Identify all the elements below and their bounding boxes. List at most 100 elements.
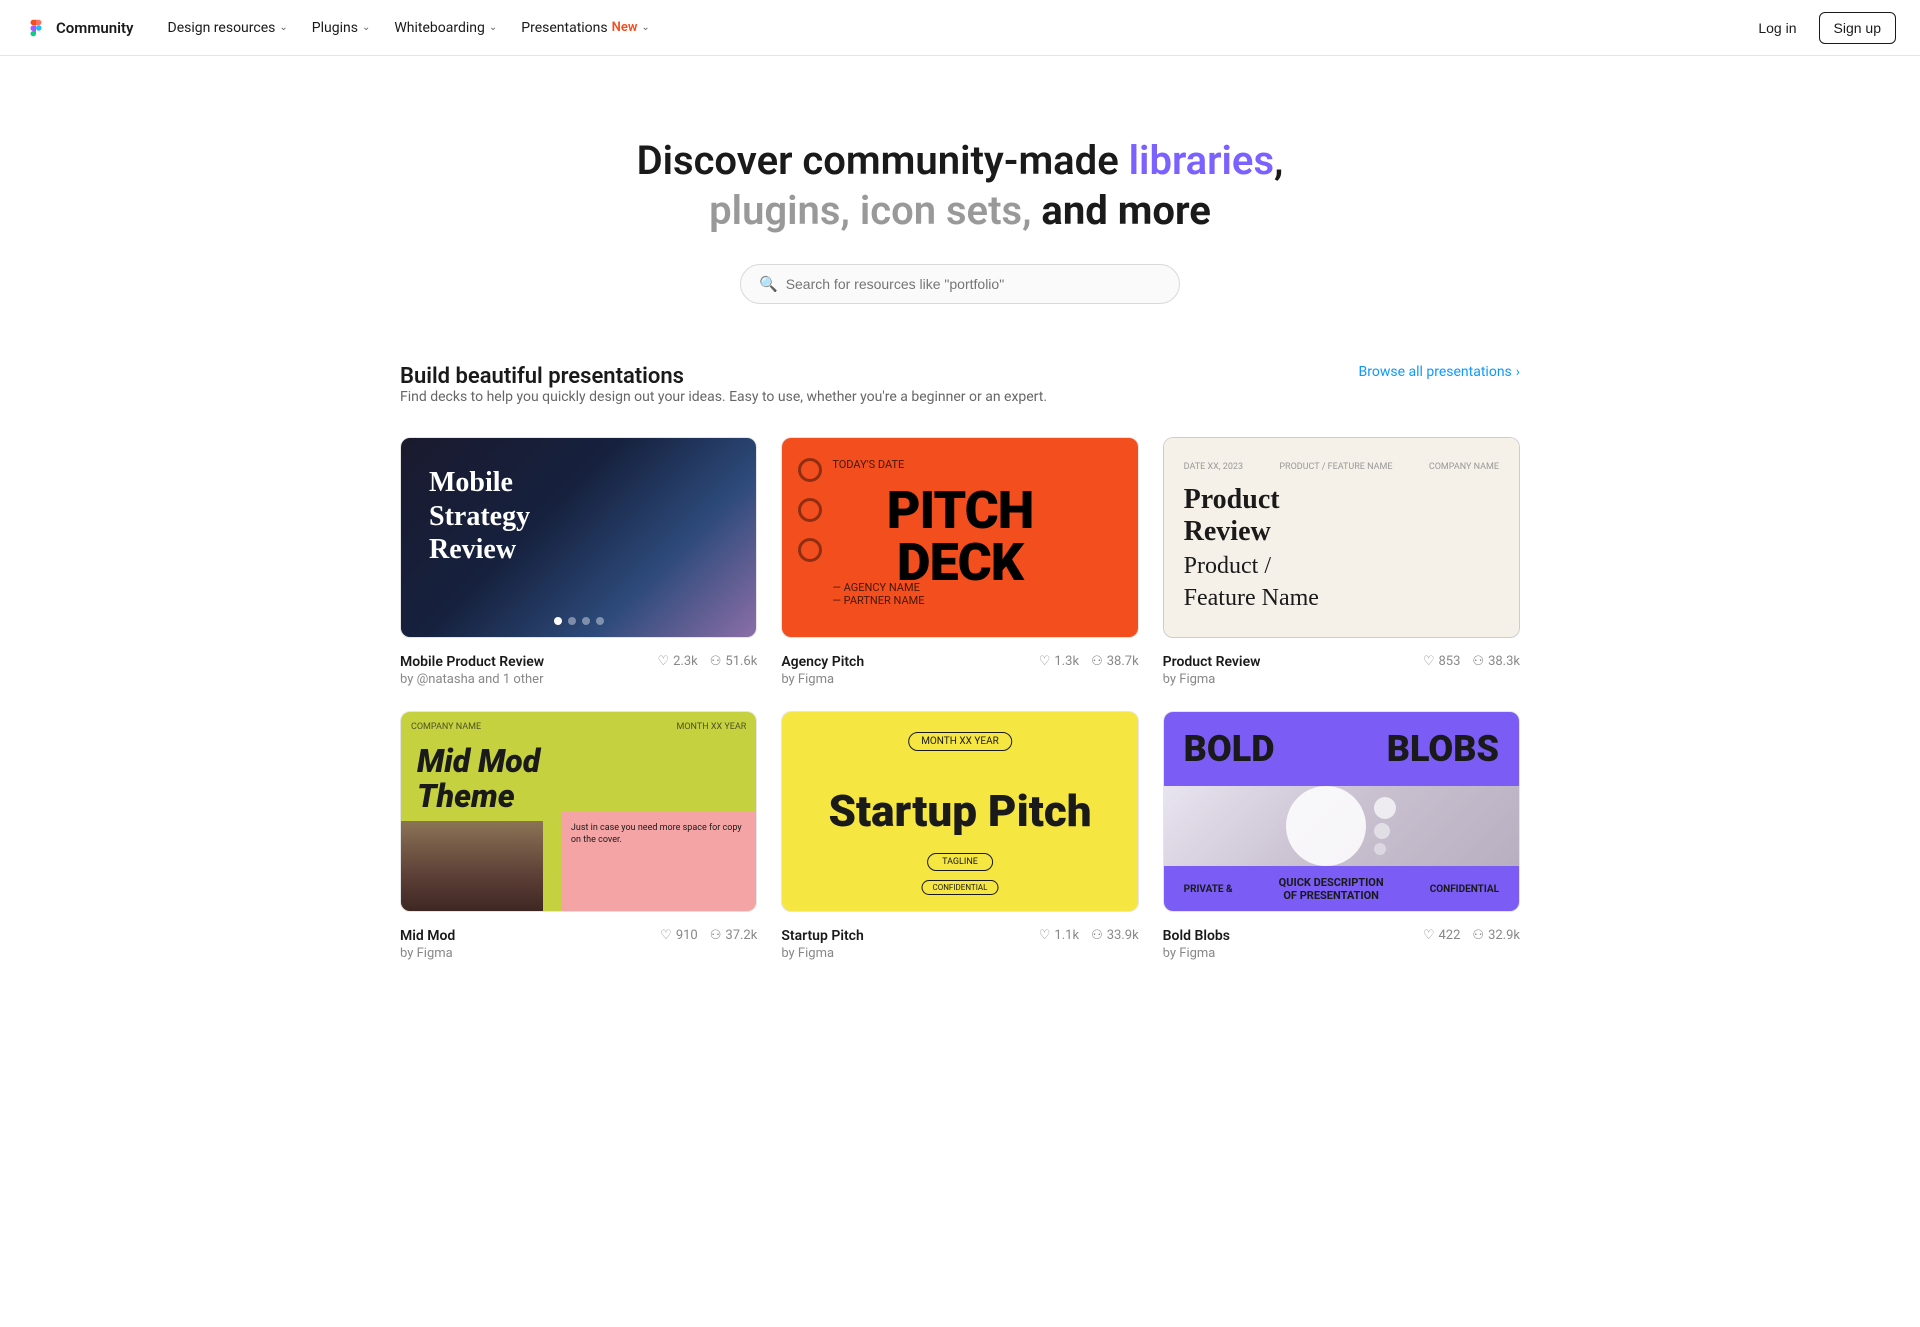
card-text: Agency Pitch by Figma — [781, 654, 864, 687]
nav-item-plugins[interactable]: Plugins ⌄ — [302, 14, 381, 42]
card-info: Mobile Product Review by @natasha and 1 … — [400, 638, 757, 687]
thumb-mobile-dots — [401, 617, 756, 625]
thumb-bold-title-left: BOLD — [1184, 728, 1275, 770]
heart-icon: ♡ — [660, 928, 672, 943]
card-bold-blobs[interactable]: BOLD BLOBS — [1163, 711, 1520, 961]
card-product-review[interactable]: DATE XX, 2023 PRODUCT / FEATURE NAME COM… — [1163, 437, 1520, 687]
card-likes: ♡ 1.1k — [1039, 928, 1079, 943]
new-badge: New — [612, 20, 638, 35]
thumb-company-label: COMPANY NAME — [411, 722, 481, 732]
browse-all-link[interactable]: Browse all presentations › — [1359, 364, 1520, 380]
card-text: Product Review by Figma — [1163, 654, 1261, 687]
card-likes: ♡ 910 — [660, 928, 698, 943]
card-likes: ♡ 853 — [1423, 654, 1461, 669]
thumb-midmod-landscape — [401, 821, 543, 911]
thumb-product-title: ProductReviewProduct /Feature Name — [1184, 484, 1499, 613]
nav-logo[interactable]: Community — [24, 16, 134, 40]
thumb-ring-3 — [798, 538, 822, 562]
likes-count: 1.3k — [1054, 654, 1079, 669]
person-icon: ⚇ — [710, 928, 722, 943]
users-count: 51.6k — [725, 654, 757, 669]
nav-item-design-resources[interactable]: Design resources ⌄ — [158, 14, 298, 42]
card-meta: ♡ 853 ⚇ 38.3k — [1423, 654, 1520, 669]
card-meta: ♡ 910 ⚇ 37.2k — [660, 928, 757, 943]
thumb-bold-header: BOLD BLOBS — [1164, 712, 1519, 786]
signup-button[interactable]: Sign up — [1819, 12, 1896, 44]
search-wrap: 🔍 — [740, 264, 1180, 304]
thumb-date-label: MONTH XX YEAR — [677, 722, 747, 732]
navbar: Community Design resources ⌄ Plugins ⌄ W… — [0, 0, 1920, 56]
thumb-bold-title-right: BLOBS — [1387, 728, 1499, 770]
figma-logo-icon — [24, 16, 48, 40]
card-info: Mid Mod by Figma ♡ 910 ⚇ 37.2k — [400, 912, 757, 961]
card-text: Startup Pitch by Figma — [781, 928, 863, 961]
card-text: Mobile Product Review by @natasha and 1 … — [400, 654, 544, 687]
card-bottom: Startup Pitch by Figma ♡ 1.1k ⚇ 33.9k — [781, 928, 1138, 961]
thumb-bold-private: PRIVATE & — [1184, 884, 1233, 895]
likes-count: 910 — [676, 928, 698, 943]
card-thumbnail: BOLD BLOBS — [1163, 711, 1520, 912]
card-bottom: Product Review by Figma ♡ 853 ⚇ 38.3k — [1163, 654, 1520, 687]
heart-icon: ♡ — [1423, 654, 1435, 669]
card-mid-mod[interactable]: COMPANY NAME MONTH XX YEAR Mid ModTheme … — [400, 711, 757, 961]
thumb-midmod-caption: Just in case you need more space for cop… — [571, 822, 746, 847]
card-info: Bold Blobs by Figma ♡ 422 ⚇ 32.9k — [1163, 912, 1520, 961]
likes-count: 1.1k — [1054, 928, 1079, 943]
users-count: 32.9k — [1488, 928, 1520, 943]
thumb-midmod-title: Mid ModTheme — [417, 744, 740, 814]
card-startup-pitch[interactable]: MONTH XX YEAR Startup Pitch TAGLINE CONF… — [781, 711, 1138, 961]
users-count: 38.3k — [1488, 654, 1520, 669]
thumb-startup-confidential: CONFIDENTIAL — [922, 880, 999, 895]
nav-item-whiteboarding[interactable]: Whiteboarding ⌄ — [384, 14, 507, 42]
card-info: Startup Pitch by Figma ♡ 1.1k ⚇ 33.9k — [781, 912, 1138, 961]
card-title: Mid Mod — [400, 928, 455, 944]
chevron-down-icon: ⌄ — [641, 22, 649, 33]
person-icon: ⚇ — [1091, 928, 1103, 943]
thumb-agency-names: — AGENCY NAME— PARTNER NAME — [832, 581, 924, 607]
hero-title-iconsets: icon sets — [860, 187, 1022, 234]
thumb-bold-description: QUICK DESCRIPTIONOF PRESENTATION — [1233, 876, 1430, 902]
card-thumbnail: TODAY'S DATE PITCHDECK — AGENCY NAME— PA… — [781, 437, 1138, 638]
nav-logo-text: Community — [56, 19, 134, 37]
hero-title-comma1: , — [1274, 137, 1283, 184]
heart-icon: ♡ — [657, 654, 669, 669]
hero-title-plain: Discover community-made — [637, 137, 1129, 184]
likes-count: 853 — [1438, 654, 1460, 669]
section-header-left: Build beautiful presentations Find decks… — [400, 364, 1047, 429]
card-agency-pitch[interactable]: TODAY'S DATE PITCHDECK — AGENCY NAME— PA… — [781, 437, 1138, 687]
login-button[interactable]: Log in — [1744, 13, 1810, 43]
thumb-agency-date: TODAY'S DATE — [832, 458, 904, 471]
users-count: 38.7k — [1107, 654, 1139, 669]
card-title: Mobile Product Review — [400, 654, 544, 670]
thumb-bold-confidential: CONFIDENTIAL — [1430, 884, 1499, 895]
card-author: by Figma — [781, 672, 864, 687]
thumb-ring-2 — [798, 498, 822, 522]
card-thumbnail: COMPANY NAME MONTH XX YEAR Mid ModTheme … — [400, 711, 757, 912]
card-users: ⚇ 51.6k — [710, 654, 758, 669]
thumb-bold-footer: PRIVATE & QUICK DESCRIPTIONOF PRESENTATI… — [1164, 866, 1519, 912]
card-title: Agency Pitch — [781, 654, 864, 670]
card-meta: ♡ 1.1k ⚇ 33.9k — [1039, 928, 1139, 943]
users-count: 33.9k — [1107, 928, 1139, 943]
search-icon: 🔍 — [759, 275, 778, 293]
search-input[interactable] — [786, 276, 1161, 292]
likes-count: 422 — [1438, 928, 1460, 943]
section-description: Find decks to help you quickly design ou… — [400, 389, 1047, 405]
card-title: Startup Pitch — [781, 928, 863, 944]
section-title: Build beautiful presentations — [400, 364, 1047, 389]
card-likes: ♡ 422 — [1423, 928, 1461, 943]
person-icon: ⚇ — [1091, 654, 1103, 669]
thumb-agency-title: PITCHDECK — [887, 485, 1034, 589]
person-icon: ⚇ — [1472, 654, 1484, 669]
card-meta: ♡ 1.3k ⚇ 38.7k — [1039, 654, 1139, 669]
hero-title: Discover community-made libraries, plugi… — [610, 136, 1310, 236]
card-users: ⚇ 32.9k — [1472, 928, 1520, 943]
hero-title-comma2: , — [840, 187, 849, 234]
nav-item-presentations[interactable]: Presentations New ⌄ — [511, 14, 660, 42]
card-thumbnail: MobileStrategyReview — [400, 437, 757, 638]
card-title: Product Review — [1163, 654, 1261, 670]
search-box[interactable]: 🔍 — [740, 264, 1180, 304]
section-header: Build beautiful presentations Find decks… — [400, 364, 1520, 429]
card-info: Agency Pitch by Figma ♡ 1.3k ⚇ 38.7k — [781, 638, 1138, 687]
card-mobile-product-review[interactable]: MobileStrategyReview Mobile Product Revi… — [400, 437, 757, 687]
